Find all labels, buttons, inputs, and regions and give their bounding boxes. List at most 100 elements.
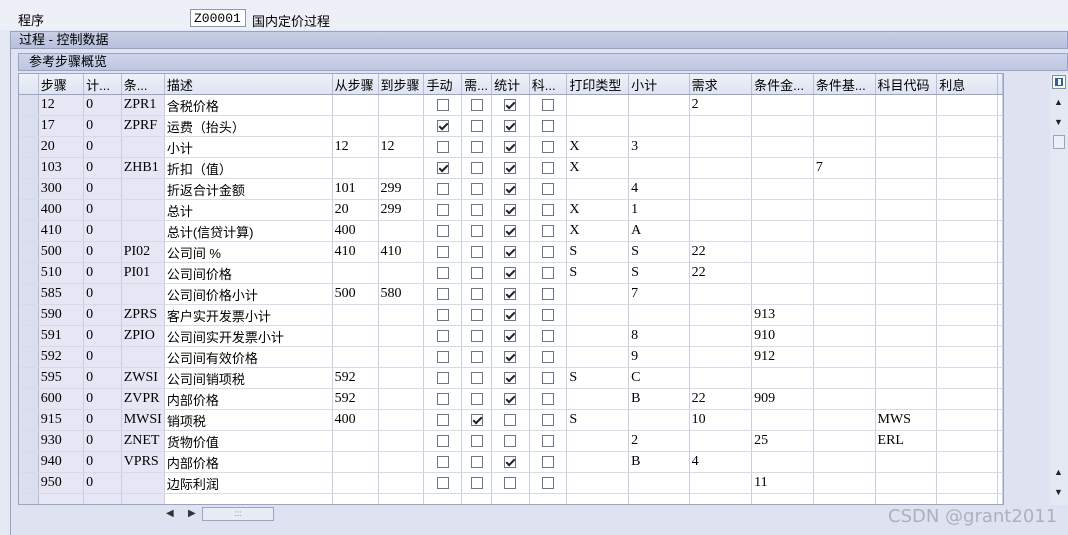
from-step-cell[interactable] — [332, 262, 379, 284]
alt-base-cell[interactable] — [813, 262, 876, 284]
description-cell[interactable]: 公司间有效价格 — [164, 346, 333, 368]
print-type-cell[interactable]: S — [566, 241, 630, 263]
manual-checkbox[interactable] — [436, 119, 449, 132]
account-key-cell[interactable] — [875, 178, 938, 200]
print-type-cell[interactable]: X — [566, 199, 630, 221]
accrual-cell[interactable] — [936, 472, 998, 494]
to-step-cell[interactable] — [378, 472, 425, 494]
empty-cell[interactable] — [566, 493, 630, 504]
condition-type-cell[interactable]: PI02 — [121, 241, 165, 263]
alt-base-cell[interactable] — [813, 430, 876, 452]
print-type-cell[interactable]: S — [566, 409, 630, 431]
col-from-step-header[interactable]: 从步骤 — [332, 74, 379, 95]
required-checkbox[interactable] — [470, 329, 483, 342]
col-requirement-header[interactable]: 需求 — [689, 74, 753, 95]
condition-type-cell[interactable] — [121, 472, 165, 494]
row-selector[interactable] — [19, 472, 39, 494]
requirement-cell[interactable] — [689, 367, 753, 389]
col-condition-type-header[interactable]: 条... — [121, 74, 165, 95]
from-step-cell[interactable]: 101 — [332, 178, 379, 200]
step-cell[interactable]: 500 — [38, 241, 85, 263]
manual-checkbox[interactable] — [436, 245, 449, 258]
print-type-cell[interactable] — [566, 325, 630, 347]
from-step-cell[interactable] — [332, 430, 379, 452]
to-step-cell[interactable] — [378, 451, 425, 473]
statistical-checkbox[interactable] — [504, 350, 517, 363]
alt-calc-cell[interactable] — [751, 178, 814, 200]
from-step-cell[interactable] — [332, 304, 379, 326]
alt-calc-cell[interactable] — [751, 94, 814, 116]
requirement-cell[interactable] — [689, 157, 753, 179]
step-cell[interactable]: 400 — [38, 199, 85, 221]
description-cell[interactable]: 总计 — [164, 199, 333, 221]
accrual-cell[interactable] — [936, 157, 998, 179]
accrual-cell[interactable] — [936, 367, 998, 389]
condition-type-cell[interactable]: MWSI — [121, 409, 165, 431]
to-step-cell[interactable]: 299 — [378, 199, 425, 221]
requirement-cell[interactable]: 2 — [689, 94, 753, 116]
required-checkbox[interactable] — [470, 119, 483, 132]
counter-cell[interactable]: 0 — [83, 94, 122, 116]
subtotal-cell[interactable] — [628, 472, 690, 494]
empty-cell[interactable] — [461, 493, 493, 504]
requirement-cell[interactable] — [689, 472, 753, 494]
scroll-right-icon[interactable]: ▶ — [188, 508, 196, 519]
row-selector[interactable] — [19, 178, 39, 200]
row-selector[interactable] — [19, 157, 39, 179]
col-manual-header[interactable]: 手动 — [423, 74, 463, 95]
alt-calc-cell[interactable]: 913 — [751, 304, 814, 326]
description-cell[interactable]: 销项税 — [164, 409, 333, 431]
manual-checkbox[interactable] — [436, 182, 449, 195]
subtotal-cell[interactable] — [628, 94, 690, 116]
account-checkbox[interactable] — [542, 119, 555, 132]
requirement-cell[interactable] — [689, 115, 753, 137]
manual-checkbox[interactable] — [436, 308, 449, 321]
accrual-cell[interactable] — [936, 178, 998, 200]
account-key-cell[interactable] — [875, 388, 938, 410]
empty-cell[interactable] — [38, 493, 85, 504]
account-key-cell[interactable] — [875, 451, 938, 473]
counter-cell[interactable]: 0 — [83, 409, 122, 431]
account-key-cell[interactable] — [875, 241, 938, 263]
alt-calc-cell[interactable] — [751, 451, 814, 473]
description-cell[interactable]: 公司间实开发票小计 — [164, 325, 333, 347]
alt-base-cell[interactable] — [813, 115, 876, 137]
empty-cell[interactable] — [529, 493, 568, 504]
alt-base-cell[interactable] — [813, 304, 876, 326]
scroll-down-icon[interactable]: ▼ — [1054, 117, 1063, 127]
accrual-cell[interactable] — [936, 430, 998, 452]
requirement-cell[interactable]: 22 — [689, 241, 753, 263]
condition-type-cell[interactable] — [121, 178, 165, 200]
required-checkbox[interactable] — [470, 392, 483, 405]
print-type-cell[interactable] — [566, 346, 630, 368]
step-cell[interactable]: 300 — [38, 178, 85, 200]
counter-cell[interactable]: 0 — [83, 262, 122, 284]
to-step-cell[interactable] — [378, 409, 425, 431]
col-counter-header[interactable]: 计... — [83, 74, 122, 95]
to-step-cell[interactable] — [378, 304, 425, 326]
alt-calc-cell[interactable] — [751, 367, 814, 389]
counter-cell[interactable]: 0 — [83, 346, 122, 368]
statistical-checkbox[interactable] — [504, 140, 517, 153]
required-checkbox[interactable] — [470, 287, 483, 300]
to-step-cell[interactable]: 410 — [378, 241, 425, 263]
statistical-checkbox[interactable] — [504, 161, 517, 174]
empty-cell[interactable] — [689, 493, 753, 504]
required-checkbox[interactable] — [470, 413, 483, 426]
counter-cell[interactable]: 0 — [83, 199, 122, 221]
required-checkbox[interactable] — [470, 98, 483, 111]
alt-calc-cell[interactable] — [751, 220, 814, 242]
statistical-checkbox[interactable] — [504, 245, 517, 258]
required-checkbox[interactable] — [470, 161, 483, 174]
accrual-cell[interactable] — [936, 241, 998, 263]
description-cell[interactable]: 折返合计金额 — [164, 178, 333, 200]
col-print-type-header[interactable]: 打印类型 — [566, 74, 630, 95]
subtotal-cell[interactable]: 9 — [628, 346, 690, 368]
alt-base-cell[interactable] — [813, 94, 876, 116]
condition-type-cell[interactable]: VPRS — [121, 451, 165, 473]
scroll-left-icon[interactable]: ◀ — [166, 508, 174, 519]
col-alt-base-header[interactable]: 条件基... — [813, 74, 876, 95]
col-account-key-header[interactable]: 科目代码 — [875, 74, 938, 95]
counter-cell[interactable]: 0 — [83, 430, 122, 452]
print-type-cell[interactable]: X — [566, 136, 630, 158]
